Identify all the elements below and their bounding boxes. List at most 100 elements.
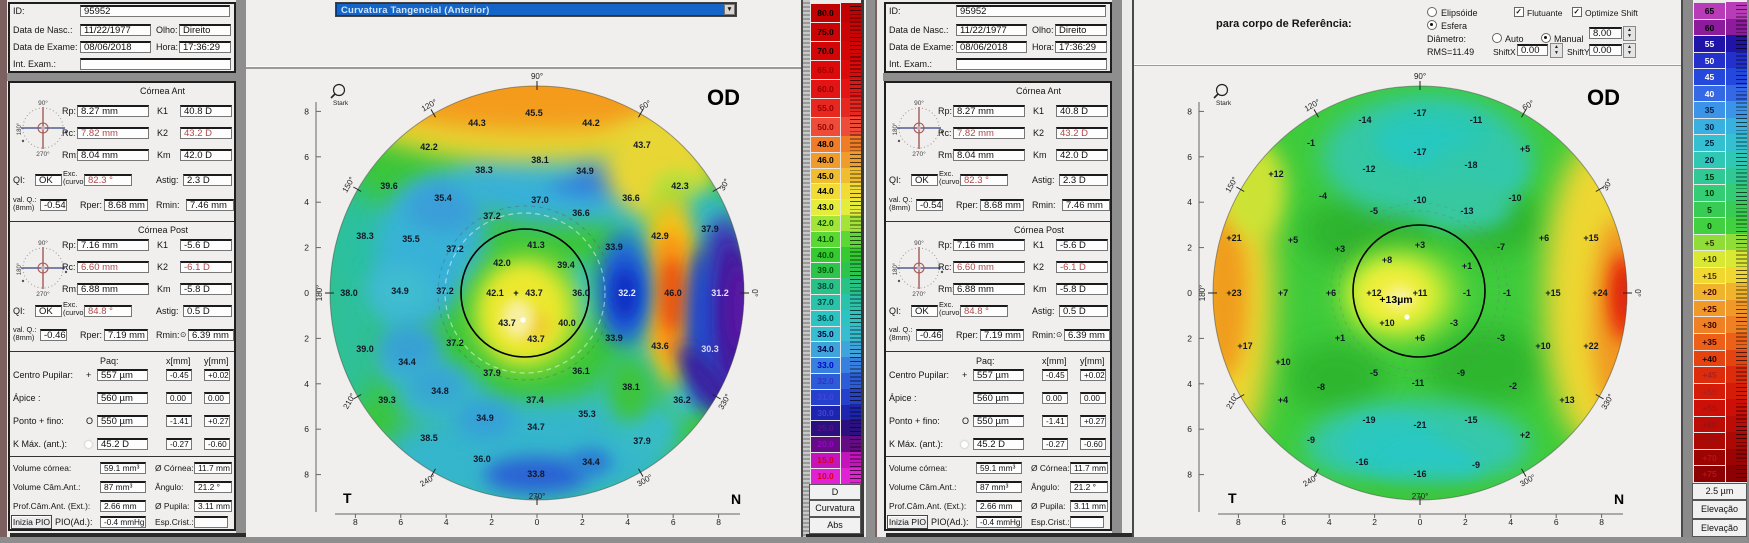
svg-text:35.4: 35.4 <box>434 193 452 203</box>
svg-text:+10: +10 <box>1379 318 1394 328</box>
svg-text:34.9: 34.9 <box>391 286 409 296</box>
svg-text:42.9: 42.9 <box>651 231 669 241</box>
svg-text:2: 2 <box>304 333 309 343</box>
svg-text:-21: -21 <box>1413 420 1426 430</box>
svg-text:33.8: 33.8 <box>527 469 545 479</box>
svg-text:-17: -17 <box>1413 147 1426 157</box>
svg-text:+10: +10 <box>1275 357 1290 367</box>
svg-text:38.1: 38.1 <box>531 155 549 165</box>
svg-text:-13: -13 <box>1460 206 1473 216</box>
svg-text:300°: 300° <box>1518 473 1537 489</box>
svg-text:90°: 90° <box>38 239 48 247</box>
svg-text:+: + <box>513 288 518 298</box>
svg-text:35.5: 35.5 <box>402 234 420 244</box>
svg-text:4: 4 <box>304 197 309 207</box>
svg-text:180°: 180° <box>17 122 23 135</box>
svg-text:-11: -11 <box>1470 115 1483 125</box>
svg-text:+10: +10 <box>1535 341 1550 351</box>
svg-text:44.3: 44.3 <box>468 118 486 128</box>
svg-text:8: 8 <box>1187 470 1192 480</box>
svg-text:90°: 90° <box>914 239 924 247</box>
svg-text:45.5: 45.5 <box>525 108 543 118</box>
svg-text:+5: +5 <box>1288 235 1298 245</box>
svg-text:4: 4 <box>304 379 309 389</box>
svg-text:+15: +15 <box>1545 288 1560 298</box>
svg-text:-9: -9 <box>1307 435 1315 445</box>
svg-text:+6: +6 <box>1539 233 1549 243</box>
svg-text:-9: -9 <box>1457 368 1465 378</box>
svg-text:43.7: 43.7 <box>525 288 543 298</box>
svg-text:0: 0 <box>304 288 309 298</box>
svg-text:+3: +3 <box>1335 244 1345 254</box>
svg-text:6: 6 <box>1187 152 1192 162</box>
svg-text:-12: -12 <box>1362 164 1375 174</box>
svg-text:37.9: 37.9 <box>701 224 719 234</box>
svg-text:N: N <box>731 491 741 507</box>
svg-text:34.4: 34.4 <box>398 357 416 367</box>
svg-text:2: 2 <box>1463 517 1468 527</box>
svg-text:+12: +12 <box>1268 169 1283 179</box>
svg-text:240°: 240° <box>1301 473 1320 489</box>
svg-text:-18: -18 <box>1464 160 1477 170</box>
svg-text:210°: 210° <box>341 392 357 411</box>
svg-text:43.7: 43.7 <box>633 140 651 150</box>
svg-text:240°: 240° <box>418 473 437 489</box>
svg-text:36.6: 36.6 <box>572 208 590 218</box>
svg-text:8: 8 <box>353 517 358 527</box>
svg-text:+3: +3 <box>1415 240 1425 250</box>
svg-text:35.3: 35.3 <box>578 409 596 419</box>
svg-text:36.1: 36.1 <box>572 366 590 376</box>
svg-text:42.3: 42.3 <box>671 181 689 191</box>
svg-text:39.0: 39.0 <box>356 344 374 354</box>
svg-text:150°: 150° <box>341 175 357 194</box>
svg-text:2: 2 <box>304 243 309 253</box>
svg-text:46.0: 46.0 <box>664 288 682 298</box>
svg-text:-5: -5 <box>1370 368 1378 378</box>
svg-text:8: 8 <box>1599 517 1604 527</box>
svg-text:+13µm: +13µm <box>1379 294 1412 306</box>
svg-text:37.9: 37.9 <box>483 368 501 378</box>
svg-text:2: 2 <box>1372 517 1377 527</box>
svg-text:6: 6 <box>304 424 309 434</box>
svg-text:38.5: 38.5 <box>420 433 438 443</box>
svg-text:0: 0 <box>1187 288 1192 298</box>
svg-text:180°: 180° <box>893 122 899 135</box>
svg-text:120°: 120° <box>420 97 439 113</box>
svg-text:43.6: 43.6 <box>651 341 669 351</box>
svg-text:180°: 180° <box>893 262 899 275</box>
svg-text:30.3: 30.3 <box>701 344 719 354</box>
svg-text:8: 8 <box>1236 517 1241 527</box>
svg-text:38.1: 38.1 <box>622 382 640 392</box>
svg-text:36.2: 36.2 <box>673 395 691 405</box>
svg-text:36.0: 36.0 <box>473 454 491 464</box>
svg-text:+8: +8 <box>1382 255 1392 265</box>
svg-text:T: T <box>1228 490 1237 506</box>
svg-text:34.7: 34.7 <box>527 422 545 432</box>
svg-text:-3: -3 <box>1497 333 1505 343</box>
svg-text:37.2: 37.2 <box>436 286 454 296</box>
svg-text:8: 8 <box>1187 106 1192 116</box>
svg-text:4: 4 <box>625 517 630 527</box>
svg-text:42.1: 42.1 <box>486 288 504 298</box>
svg-text:31.2: 31.2 <box>711 288 729 298</box>
svg-text:+22: +22 <box>1583 341 1598 351</box>
svg-text:4: 4 <box>1327 517 1332 527</box>
svg-text:2: 2 <box>1187 243 1192 253</box>
svg-text:60°: 60° <box>638 99 653 113</box>
svg-text:33.9: 33.9 <box>605 333 623 343</box>
svg-text:0: 0 <box>535 517 540 527</box>
svg-text:4: 4 <box>1187 379 1192 389</box>
svg-text:6: 6 <box>671 517 676 527</box>
svg-text:-1: -1 <box>1463 288 1471 298</box>
svg-text:90°: 90° <box>531 72 543 81</box>
svg-text:30°: 30° <box>1601 177 1615 192</box>
svg-text:43.7: 43.7 <box>527 334 545 344</box>
svg-text:180°: 180° <box>17 262 23 275</box>
svg-text:2: 2 <box>580 517 585 527</box>
svg-text:37.2: 37.2 <box>483 211 501 221</box>
svg-text:8: 8 <box>716 517 721 527</box>
svg-text:43.7: 43.7 <box>498 318 516 328</box>
svg-text:-1: -1 <box>1307 138 1315 148</box>
svg-text:34.4: 34.4 <box>582 457 600 467</box>
svg-text:-3: -3 <box>1450 318 1458 328</box>
